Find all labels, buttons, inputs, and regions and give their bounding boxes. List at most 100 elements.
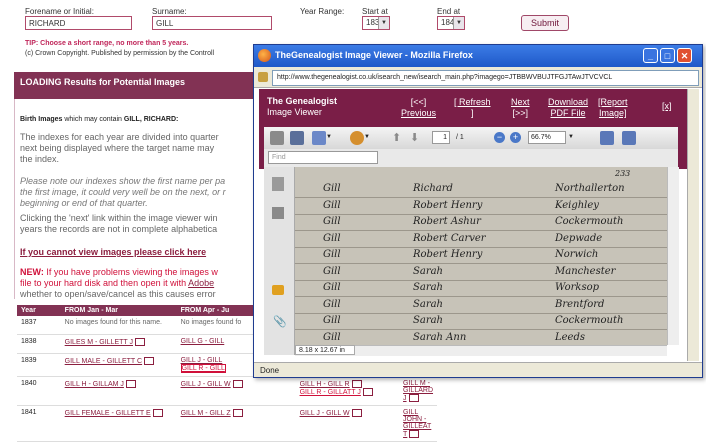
year-cell: 1838 xyxy=(17,334,61,354)
start-year-select[interactable]: 1837 ▼ xyxy=(362,16,390,30)
register-surname: Gill xyxy=(323,183,341,194)
register-surname: Gill xyxy=(323,265,341,277)
pdf-side-panel: 📎 xyxy=(264,167,295,355)
comments-icon[interactable] xyxy=(272,285,284,295)
image-icon[interactable] xyxy=(408,394,419,402)
image-range-link-highlighted[interactable]: GILL R - GILL xyxy=(182,365,225,372)
loading-heading: LOADING Results for Potential Images xyxy=(14,72,256,99)
register-forename: Richard xyxy=(413,183,453,194)
register-district: Leeds xyxy=(555,331,586,343)
arrow-up-icon[interactable]: ⬆ xyxy=(392,131,401,144)
next-link-paragraph-line: Clicking the 'next' link within the imag… xyxy=(20,213,218,223)
attachment-icon[interactable]: 📎 xyxy=(273,315,287,328)
chevron-down-icon[interactable]: ▼ xyxy=(568,134,574,140)
previous-link[interactable]: [<<] Previous xyxy=(401,97,436,119)
result-cell: GILES M - GILLETT J xyxy=(60,334,177,354)
find-input[interactable]: Find xyxy=(268,151,378,164)
result-cell: GILL M - GILL Z xyxy=(176,405,296,442)
chevron-down-icon[interactable]: ▼ xyxy=(364,134,370,140)
review-icon[interactable] xyxy=(350,131,364,145)
pages-icon[interactable] xyxy=(272,177,284,191)
forename-input[interactable]: RICHARD xyxy=(25,16,132,30)
refresh-link[interactable]: [ Refresh ] xyxy=(454,97,491,119)
table-header: FROM Jan - Mar xyxy=(60,305,177,316)
image-range-link[interactable]: GILL G - GILL xyxy=(181,338,225,345)
image-range-link[interactable]: GILL J - GILL W xyxy=(181,381,231,388)
arrow-down-icon[interactable]: ⬇ xyxy=(410,131,419,144)
result-cell: GILL FEMALE - GILLETT E xyxy=(60,405,177,442)
zoom-input[interactable]: 66.7% xyxy=(528,131,566,144)
image-range-link[interactable]: GILL J - GILL W xyxy=(300,410,350,417)
birth-images-line: Birth Images which may contain GILL, RIC… xyxy=(20,116,178,123)
image-icon[interactable] xyxy=(351,380,362,388)
print-icon[interactable] xyxy=(270,131,284,145)
previous-link-line: [<<] xyxy=(410,97,427,107)
image-icon[interactable] xyxy=(351,409,362,417)
address-bar: http://www.thegenealogist.co.uk/isearch_… xyxy=(254,67,702,88)
register-forename: Robert Henry xyxy=(413,249,483,260)
submit-button[interactable]: Submit xyxy=(521,15,569,31)
table-header: Year xyxy=(17,305,61,316)
image-range-link[interactable]: GILL FEMALE - GILLETT E xyxy=(65,410,151,417)
image-range-link[interactable]: GILL M - GILL Z xyxy=(181,410,231,417)
binoculars-icon[interactable] xyxy=(272,207,284,219)
note-paragraph: Please note our indexes show the first n… xyxy=(20,176,226,209)
image-icon[interactable] xyxy=(232,409,243,417)
refresh-link-line: [ Refresh xyxy=(454,97,491,107)
image-range-link-highlighted[interactable]: GILL R - GILLATT J xyxy=(300,389,361,396)
note-paragraph-line: Please note our indexes show the first n… xyxy=(20,176,226,186)
register-surname: Gill xyxy=(323,315,341,326)
register-district: Depwade xyxy=(555,232,603,244)
minimize-button[interactable]: _ xyxy=(643,48,658,63)
image-icon[interactable] xyxy=(362,388,373,396)
surname-input[interactable]: GILL xyxy=(152,16,272,30)
register-district: Brentford xyxy=(555,298,605,310)
pdf-vertical-scrollbar[interactable] xyxy=(667,167,679,345)
image-icon[interactable] xyxy=(125,380,136,388)
maximize-button[interactable]: □ xyxy=(660,48,675,63)
register-forename: Robert Carver xyxy=(413,232,486,244)
download-pdf-link[interactable]: Download PDF File xyxy=(548,97,588,119)
end-year-select[interactable]: 1842 ▼ xyxy=(437,16,465,30)
register-forename: Sarah xyxy=(413,265,443,277)
image-range-link[interactable]: GILL J - GILL xyxy=(181,357,223,364)
register-rule xyxy=(295,213,667,215)
register-rule xyxy=(295,296,667,297)
close-window-button[interactable]: ✕ xyxy=(677,48,692,63)
image-icon[interactable] xyxy=(232,380,243,388)
save-icon[interactable] xyxy=(290,131,304,145)
cannot-view-link[interactable]: If you cannot view images please click h… xyxy=(20,247,206,257)
register-rule xyxy=(295,312,667,314)
full-screen-icon[interactable] xyxy=(622,131,636,145)
table-row: 1840 GILL H - GILLAM J GILL J - GILL W G… xyxy=(17,376,437,406)
register-district: Cockermouth xyxy=(555,315,624,326)
image-range-link[interactable]: GILES M - GILLETT J xyxy=(65,339,133,346)
zoom-in-icon[interactable]: + xyxy=(510,132,521,143)
zoom-out-icon[interactable]: − xyxy=(494,132,505,143)
window-vertical-scrollbar[interactable] xyxy=(687,89,699,361)
email-icon[interactable] xyxy=(312,131,326,145)
image-range-link[interactable]: GILL H - GILL R xyxy=(300,381,350,388)
year-cell: 1840 xyxy=(17,376,61,406)
result-cell: GILL H - GILLAM J xyxy=(60,376,177,406)
close-viewer-link[interactable]: [x] xyxy=(662,101,672,111)
url-input[interactable]: http://www.thegenealogist.co.uk/isearch_… xyxy=(272,70,699,86)
image-icon[interactable] xyxy=(144,357,155,365)
next-link[interactable]: Next [>>] xyxy=(511,97,530,119)
status-bar: Done xyxy=(254,362,702,377)
adobe-link[interactable]: Adobe xyxy=(188,278,214,288)
chevron-down-icon[interactable]: ▼ xyxy=(326,134,332,140)
window-titlebar[interactable]: TheGenealogist Image Viewer - Mozilla Fi… xyxy=(254,45,702,67)
fit-width-icon[interactable] xyxy=(600,131,614,145)
report-image-link[interactable]: [Report Image] xyxy=(598,97,628,119)
next-link-paragraph: Clicking the 'next' link within the imag… xyxy=(20,213,218,235)
image-range-link[interactable]: GILL H - GILLAM J xyxy=(65,381,124,388)
end-label: End at xyxy=(437,7,461,16)
year-cell: 1841 xyxy=(17,405,61,442)
image-icon[interactable] xyxy=(409,430,420,438)
page-number-input[interactable]: 1 xyxy=(432,131,450,144)
image-icon[interactable] xyxy=(135,338,146,346)
image-range-link[interactable]: GILL MALE - GILLETT C xyxy=(65,358,142,365)
chevron-down-icon: ▼ xyxy=(378,17,389,29)
image-icon[interactable] xyxy=(152,409,163,417)
